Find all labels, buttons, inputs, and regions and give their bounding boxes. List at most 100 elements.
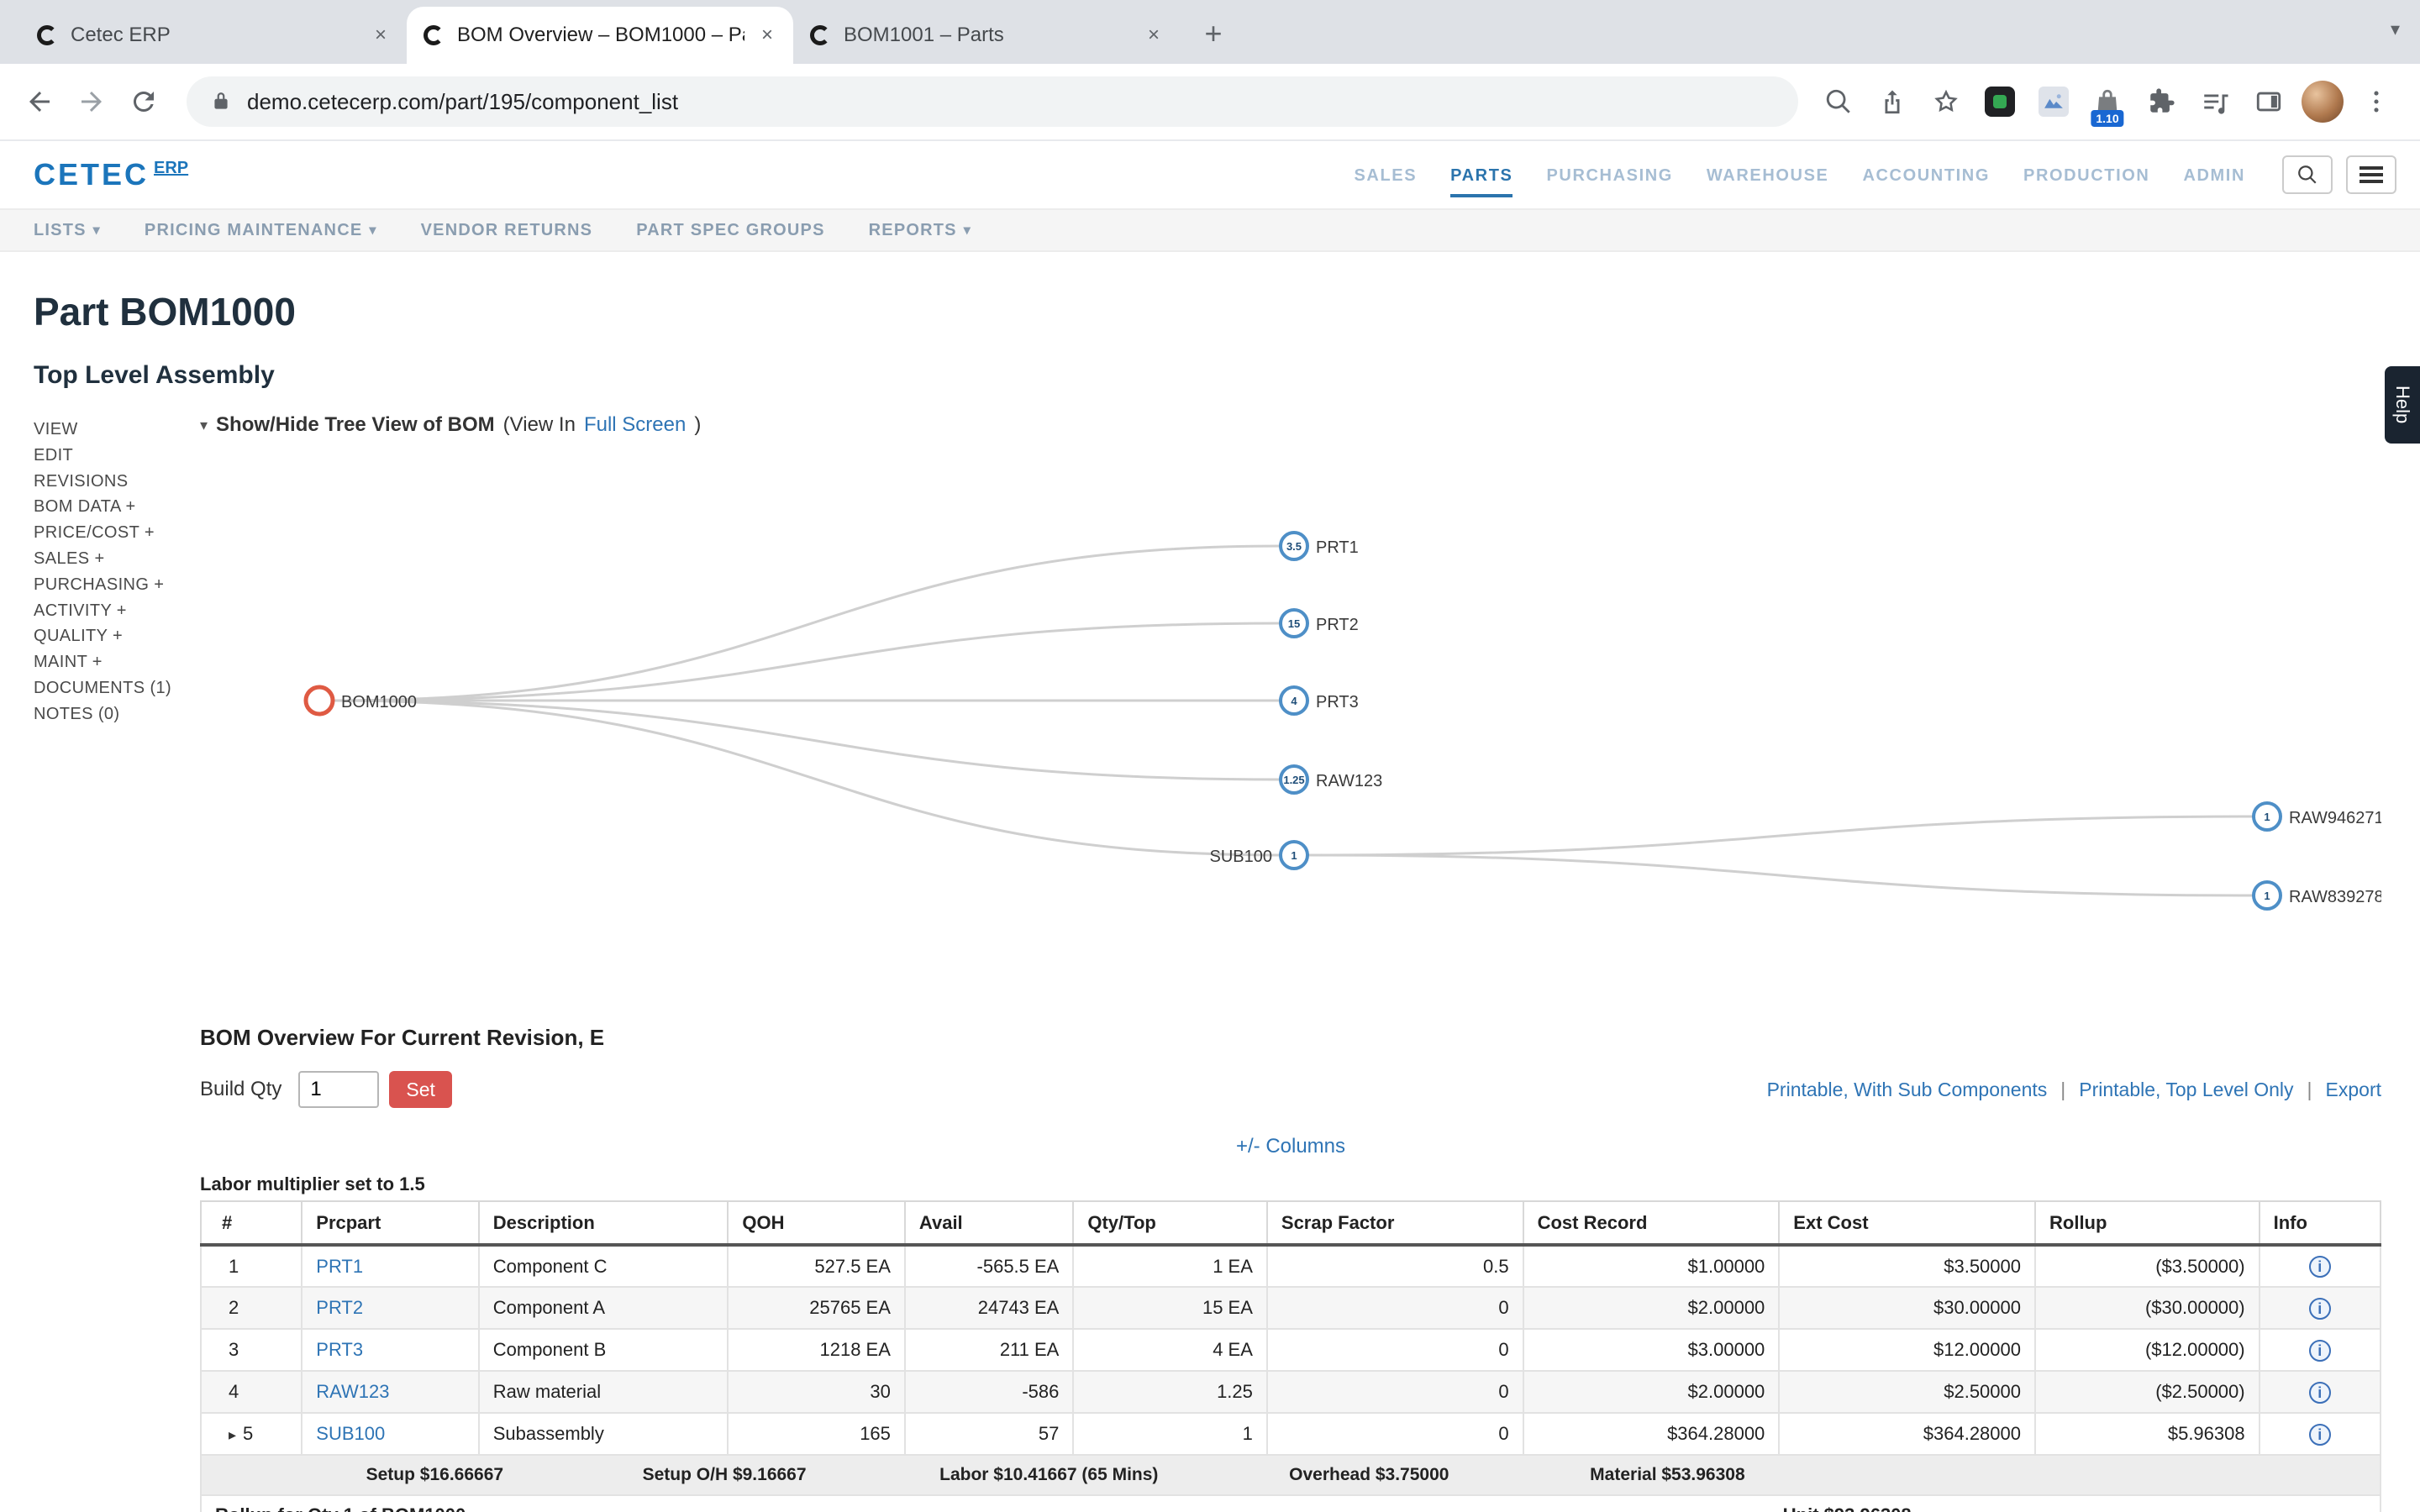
extension-version-badge: 1.10 <box>2091 110 2123 127</box>
tab-close-icon[interactable]: × <box>758 24 776 47</box>
prcpart-link[interactable]: SUB100 <box>316 1423 385 1444</box>
rollup-cell: ($2.50000) <box>2035 1371 2260 1413</box>
expand-caret-icon[interactable]: ▸ <box>229 1426 236 1443</box>
share-icon[interactable] <box>1872 81 1912 122</box>
tree-node-sub100[interactable]: 1 SUB100 <box>1210 842 1308 869</box>
side-item-documents[interactable]: DOCUMENTS (1) <box>34 675 171 701</box>
side-item-bom-data[interactable]: BOM DATA + <box>34 494 171 520</box>
svg-text:PRT3: PRT3 <box>1316 693 1359 711</box>
col-ext-cost: Ext Cost <box>1779 1201 2035 1245</box>
subnav-vendor-returns[interactable]: VENDOR RETURNS <box>421 221 593 240</box>
reload-button[interactable] <box>121 79 166 124</box>
logo-secondary: ERP <box>154 159 188 178</box>
svg-text:RAW9462711: RAW9462711 <box>2289 809 2381 827</box>
build-qty-input[interactable] <box>298 1071 379 1108</box>
back-button[interactable] <box>17 79 62 124</box>
info-icon[interactable]: i <box>2309 1424 2331 1446</box>
tree-node-raw8392785[interactable]: 1 RAW8392785 <box>2254 882 2381 909</box>
nav-item-production[interactable]: PRODUCTION <box>2023 153 2149 197</box>
avail-cell: -586 <box>905 1371 1073 1413</box>
tree-node-prt2[interactable]: 15 PRT2 <box>1281 610 1359 637</box>
side-panel-icon[interactable] <box>2249 81 2289 122</box>
side-item-notes[interactable]: NOTES (0) <box>34 701 171 727</box>
prcpart-link[interactable]: PRT3 <box>316 1339 363 1360</box>
prcpart-link[interactable]: PRT2 <box>316 1297 363 1318</box>
tab-close-icon[interactable]: × <box>1144 24 1163 47</box>
side-item-activity[interactable]: ACTIVITY + <box>34 598 171 624</box>
browser-menu-kebab-icon[interactable] <box>2356 81 2396 122</box>
nav-item-warehouse[interactable]: WAREHOUSE <box>1707 153 1829 197</box>
help-tab[interactable]: Help <box>2385 366 2420 444</box>
nav-item-sales[interactable]: SALES <box>1354 153 1417 197</box>
side-item-revisions[interactable]: REVISIONS <box>34 469 171 495</box>
cetec-erp-logo[interactable]: CETEC ERP <box>34 157 188 192</box>
side-item-view[interactable]: VIEW <box>34 417 171 443</box>
browser-tab-bom1001[interactable]: BOM1001 – Parts × <box>793 7 1180 64</box>
tree-node-prt1[interactable]: 3.5 PRT1 <box>1281 533 1359 559</box>
printable-top-level-link[interactable]: Printable, Top Level Only <box>2079 1079 2293 1101</box>
extension-icon-2[interactable] <box>2033 81 2074 122</box>
col-description: Description <box>479 1201 729 1245</box>
subnav-lists[interactable]: LISTS ▾ <box>34 221 101 240</box>
export-link[interactable]: Export <box>2326 1079 2381 1101</box>
browser-tab-bom-overview[interactable]: BOM Overview – BOM1000 – Pa × <box>407 7 793 64</box>
caret-down-icon[interactable]: ▾ <box>200 417 208 434</box>
info-icon[interactable]: i <box>2309 1256 2331 1278</box>
subnav-part-spec-groups[interactable]: PART SPEC GROUPS <box>636 221 824 240</box>
caret-down-icon: ▾ <box>964 222 971 239</box>
zoom-icon[interactable] <box>1818 81 1859 122</box>
subnav-pricing-maintenance[interactable]: PRICING MAINTENANCE ▾ <box>145 221 377 240</box>
subnav-label: PRICING MAINTENANCE <box>145 221 362 240</box>
extensions-puzzle-icon[interactable] <box>2141 81 2181 122</box>
prcpart-link[interactable]: PRT1 <box>316 1256 363 1277</box>
side-item-edit[interactable]: EDIT <box>34 443 171 469</box>
nav-item-admin[interactable]: ADMIN <box>2183 153 2245 197</box>
browser-toolbar: demo.cetecerp.com/part/195/component_lis… <box>0 64 2420 141</box>
extension-icon-bag[interactable]: 1.10 <box>2087 81 2128 122</box>
profile-avatar[interactable] <box>2302 81 2343 122</box>
prcpart-link[interactable]: RAW123 <box>316 1381 389 1402</box>
info-icon[interactable]: i <box>2309 1382 2331 1404</box>
svg-text:PRT1: PRT1 <box>1316 538 1359 557</box>
bom-main-area: ▾ Show/Hide Tree View of BOM (View In Fu… <box>200 413 2381 1512</box>
tab-overflow-chevron-icon[interactable]: ▾ <box>2391 18 2400 40</box>
full-screen-link[interactable]: Full Screen <box>584 413 686 437</box>
col-qty-top: Qty/Top <box>1073 1201 1267 1245</box>
tab-close-icon[interactable]: × <box>371 24 390 47</box>
bookmark-star-icon[interactable] <box>1926 81 1966 122</box>
svg-text:RAW8392785: RAW8392785 <box>2289 888 2381 906</box>
col-qoh: QOH <box>728 1201 904 1245</box>
svg-text:PRT2: PRT2 <box>1316 616 1359 634</box>
side-item-maint[interactable]: MAINT + <box>34 649 171 675</box>
build-qty-row: Build Qty Set Printable, With Sub Compon… <box>200 1071 2381 1108</box>
header-search-button[interactable] <box>2282 155 2333 194</box>
svg-text:SUB100: SUB100 <box>1210 848 1273 866</box>
new-tab-button[interactable]: + <box>1190 10 1237 57</box>
address-bar[interactable]: demo.cetecerp.com/part/195/component_lis… <box>187 76 1798 127</box>
side-item-purchasing[interactable]: PURCHASING + <box>34 572 171 598</box>
side-item-quality[interactable]: QUALITY + <box>34 623 171 649</box>
columns-toggle-link[interactable]: +/- Columns <box>1236 1135 1345 1158</box>
set-button[interactable]: Set <box>389 1071 452 1108</box>
tree-node-bom1000[interactable]: BOM1000 <box>306 687 417 714</box>
tree-node-raw9462711[interactable]: 1 RAW9462711 <box>2254 803 2381 830</box>
header-menu-button[interactable] <box>2346 155 2396 194</box>
side-item-price-cost[interactable]: PRICE/COST + <box>34 520 171 546</box>
reading-list-icon[interactable] <box>2195 81 2235 122</box>
tree-node-prt3[interactable]: 4 PRT3 <box>1281 687 1359 714</box>
tree-toggle-label[interactable]: Show/Hide Tree View of BOM <box>216 413 495 437</box>
nav-item-parts[interactable]: PARTS <box>1450 153 1512 197</box>
printable-with-sub-link[interactable]: Printable, With Sub Components <box>1767 1079 2048 1101</box>
subnav-reports[interactable]: REPORTS ▾ <box>869 221 971 240</box>
info-icon[interactable]: i <box>2309 1298 2331 1320</box>
nav-item-accounting[interactable]: ACCOUNTING <box>1862 153 1990 197</box>
forward-button[interactable] <box>69 79 114 124</box>
side-item-sales[interactable]: SALES + <box>34 546 171 572</box>
tree-node-raw123[interactable]: 1.25 RAW123 <box>1281 766 1382 793</box>
extension-icon-1[interactable] <box>1980 81 2020 122</box>
row-number: 2 <box>201 1287 302 1329</box>
browser-tab-cetec-erp[interactable]: Cetec ERP × <box>20 7 407 64</box>
info-icon[interactable]: i <box>2309 1340 2331 1362</box>
svg-text:1.25: 1.25 <box>1283 774 1304 786</box>
nav-item-purchasing[interactable]: PURCHASING <box>1546 153 1672 197</box>
